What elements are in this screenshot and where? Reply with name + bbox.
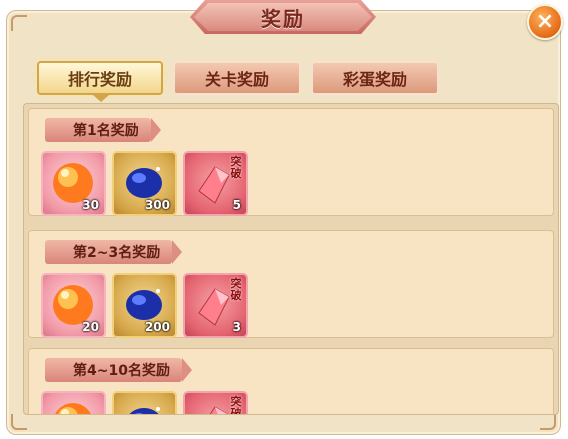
tab-easter-egg-rewards[interactable]: 彩蛋奖励 (311, 61, 439, 95)
item-quantity: 3 (232, 320, 241, 334)
window-title-plate: 奖励 (190, 0, 376, 34)
reward-item-blue-gem[interactable]: 300 (112, 151, 177, 216)
fire-orb-icon (55, 403, 91, 414)
tab-label: 关卡奖励 (204, 70, 269, 89)
item-tag: 突破 (230, 155, 242, 180)
reward-section-rank-1: 第1名奖励 30 300 突破 5 (28, 108, 554, 216)
reward-item-fire-orb[interactable]: 30 (41, 151, 106, 216)
corner-ornament (11, 15, 27, 31)
section-title: 第2~3名奖励 (45, 240, 183, 264)
tab-ranking-rewards[interactable]: 排行奖励 (37, 61, 163, 95)
reward-item-breakthrough-crystal[interactable]: 突破 5 (183, 151, 248, 216)
tab-stage-rewards[interactable]: 关卡奖励 (173, 61, 301, 95)
reward-section-rank-2-3: 第2~3名奖励 20 200 突破 3 (28, 230, 554, 338)
close-icon: × (535, 9, 555, 34)
window-title: 奖励 (261, 6, 305, 31)
reward-section-rank-4-10: 第4~10名奖励 突破 (28, 348, 554, 415)
item-tag: 突破 (230, 395, 242, 415)
item-tag: 突破 (230, 277, 242, 302)
blue-gem-icon (129, 407, 160, 414)
reward-item-breakthrough-crystal[interactable]: 突破 (183, 391, 248, 415)
reward-item-breakthrough-crystal[interactable]: 突破 3 (183, 273, 248, 338)
tab-label: 彩蛋奖励 (342, 70, 407, 89)
close-button[interactable]: × (527, 4, 563, 40)
active-tab-pointer (93, 95, 109, 102)
reward-item-fire-orb[interactable] (41, 391, 106, 414)
section-title: 第1名奖励 (45, 118, 161, 142)
reward-item-fire-orb[interactable]: 20 (41, 273, 106, 338)
reward-item-blue-gem[interactable]: 200 (112, 273, 177, 338)
reward-list[interactable]: 第1名奖励 30 300 突破 5 第2~3名奖励 20 200 突破 3 第4… (23, 103, 559, 415)
item-quantity: 5 (232, 198, 241, 212)
reward-item-blue-gem[interactable] (112, 391, 177, 414)
corner-ornament (540, 414, 556, 430)
reward-panel: 排行奖励 关卡奖励 彩蛋奖励 第1名奖励 30 300 突破 5 第2~3名奖励… (6, 10, 561, 435)
item-quantity: 30 (82, 198, 99, 212)
corner-ornament (11, 414, 27, 430)
section-title: 第4~10名奖励 (45, 358, 192, 382)
tab-label: 排行奖励 (67, 70, 132, 89)
item-quantity: 200 (144, 320, 170, 334)
item-quantity: 300 (144, 198, 170, 212)
item-quantity: 20 (82, 320, 99, 334)
